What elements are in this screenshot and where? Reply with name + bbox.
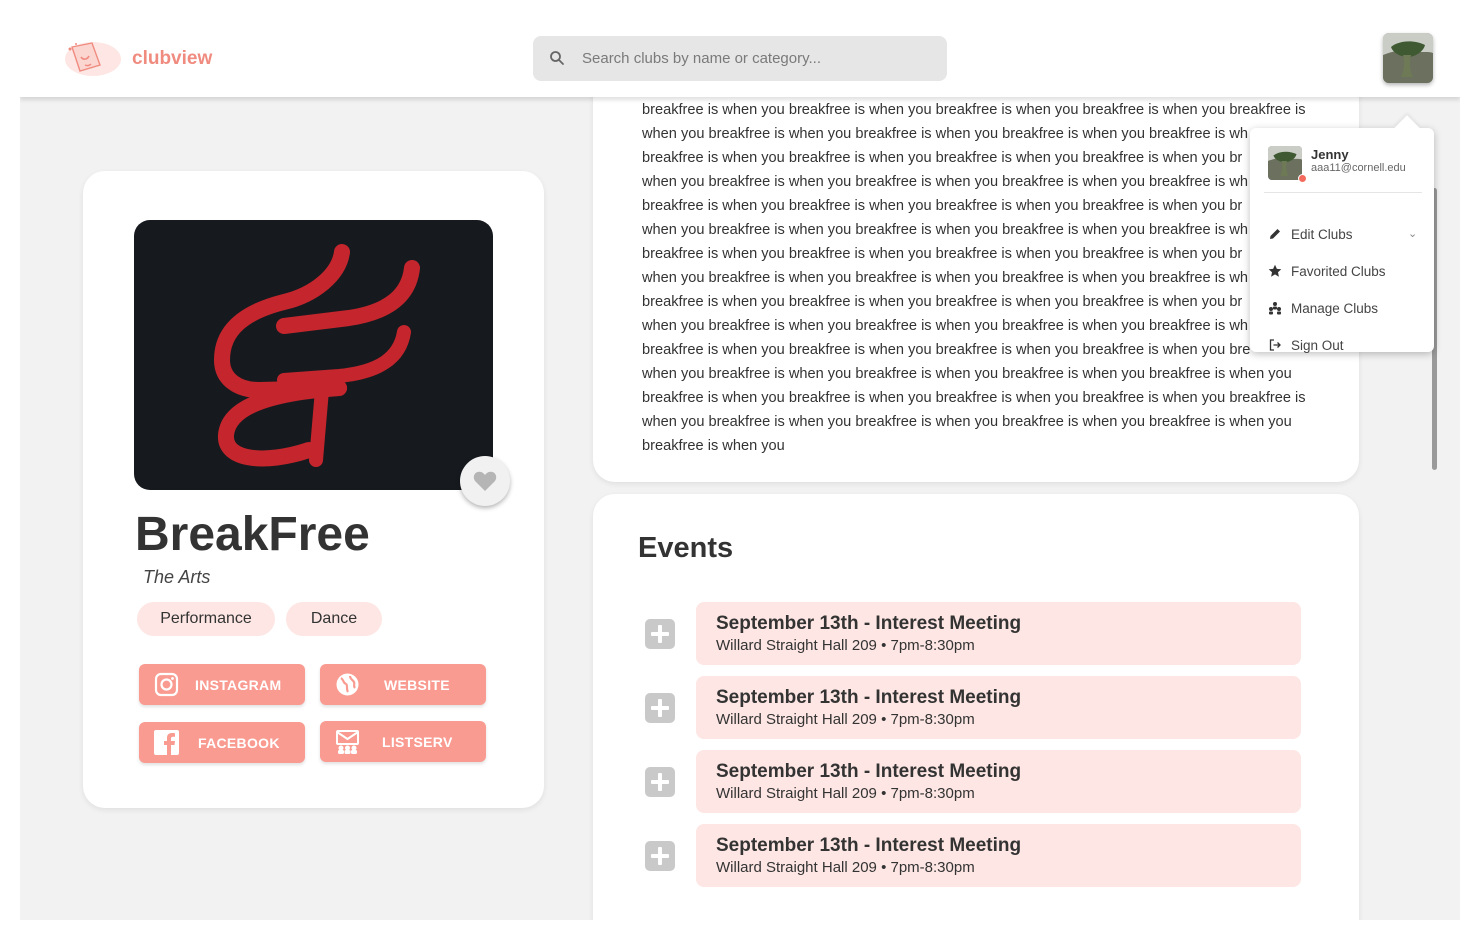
description-line: when you breakfree is when you breakfree…	[642, 270, 1248, 286]
menu-item-sign-out[interactable]: Sign Out	[1268, 335, 1428, 357]
heart-icon	[473, 471, 497, 491]
event-title: September 13th - Interest Meeting	[716, 613, 1022, 634]
club-description-card: breakfree is when you breakfree is when …	[593, 60, 1359, 482]
app-window: breakfree is when you breakfree is when …	[20, 20, 1460, 920]
event-item[interactable]: September 13th - Interest Meeting Willar…	[696, 750, 1301, 813]
website-button[interactable]: WEBSITE	[320, 664, 486, 705]
event-item[interactable]: September 13th - Interest Meeting Willar…	[696, 676, 1301, 739]
facebook-button[interactable]: FACEBOOK	[139, 722, 305, 763]
menu-item-label: Edit Clubs	[1291, 227, 1353, 242]
website-label: WEBSITE	[384, 677, 450, 693]
add-event-plus-icon[interactable]	[645, 767, 675, 797]
description-line: breakfree is when you breakfree is when …	[642, 198, 1243, 214]
breakfree-logo-icon	[214, 244, 420, 467]
description-line: when you breakfree is when you breakfree…	[642, 174, 1248, 190]
description-line: when you breakfree is when you breakfree…	[642, 222, 1248, 238]
event-row: September 13th - Interest Meeting Willar…	[645, 824, 1303, 888]
people-icon	[1269, 302, 1281, 315]
event-details: Willard Straight Hall 209 • 7pm-8:30pm	[716, 859, 975, 876]
listserv-icon	[336, 730, 359, 754]
chevron-down-icon: ⌄	[1408, 228, 1418, 240]
menu-avatar	[1268, 146, 1302, 180]
search-bar[interactable]: Search clubs by name or category...	[533, 36, 947, 81]
add-event-plus-icon[interactable]	[645, 693, 675, 723]
events-heading: Events	[638, 532, 734, 564]
description-line: breakfree is when you	[642, 438, 785, 454]
menu-item-favorited-clubs[interactable]: Favorited Clubs	[1268, 261, 1428, 283]
avatar-image	[1383, 33, 1433, 83]
event-row: September 13th - Interest Meeting Willar…	[645, 602, 1303, 666]
brand-name[interactable]: clubview	[132, 48, 212, 70]
description-line: when you breakfree is when you breakfree…	[642, 414, 1292, 430]
event-details: Willard Straight Hall 209 • 7pm-8:30pm	[716, 711, 975, 728]
club-category: The Arts	[143, 567, 211, 587]
facebook-label: FACEBOOK	[198, 735, 280, 751]
menu-item-manage-clubs[interactable]: Manage Clubs	[1268, 298, 1428, 320]
globe-icon	[336, 673, 359, 696]
club-profile-card: BreakFree The Arts Performance Dance INS…	[83, 171, 544, 808]
avatar-image	[1268, 146, 1302, 180]
description-line: breakfree is when you breakfree is when …	[642, 102, 1306, 118]
event-title: September 13th - Interest Meeting	[716, 835, 1022, 856]
description-line: when you breakfree is when you breakfree…	[642, 126, 1248, 142]
description-line: breakfree is when you breakfree is when …	[642, 150, 1243, 166]
club-description: breakfree is when you breakfree is when …	[642, 98, 1332, 458]
event-item[interactable]: September 13th - Interest Meeting Willar…	[696, 824, 1301, 887]
pencil-icon	[1270, 229, 1280, 239]
event-title: September 13th - Interest Meeting	[716, 687, 1022, 708]
clubview-logo-icon[interactable]	[64, 39, 122, 79]
event-details: Willard Straight Hall 209 • 7pm-8:30pm	[716, 637, 975, 654]
menu-item-edit-clubs[interactable]: Edit Clubs ⌄	[1268, 224, 1428, 246]
description-line: breakfree is when you breakfree is when …	[642, 390, 1306, 406]
event-item[interactable]: September 13th - Interest Meeting Willar…	[696, 602, 1301, 665]
club-logo-image	[134, 220, 493, 490]
event-details: Willard Straight Hall 209 • 7pm-8:30pm	[716, 785, 975, 802]
instagram-label: INSTAGRAM	[195, 677, 282, 693]
instagram-icon	[154, 672, 179, 697]
menu-user-email: aaa11@cornell.edu	[1311, 162, 1406, 174]
description-line: when you breakfree is when you breakfree…	[642, 366, 1292, 382]
top-navigation-bar: clubview Search clubs by name or categor…	[20, 20, 1460, 97]
online-status-dot	[1298, 174, 1307, 183]
tag-performance[interactable]: Performance	[137, 602, 275, 636]
listserv-button[interactable]: LISTSERV	[320, 721, 486, 762]
user-menu-dropdown: Jenny aaa11@cornell.edu Edit Clubs ⌄ Fav…	[1250, 115, 1434, 353]
event-row: September 13th - Interest Meeting Willar…	[645, 750, 1303, 814]
event-title: September 13th - Interest Meeting	[716, 761, 1022, 782]
search-icon	[550, 51, 564, 65]
search-input[interactable]: Search clubs by name or category...	[582, 50, 821, 67]
dropdown-caret	[1394, 115, 1420, 141]
star-icon	[1268, 264, 1282, 277]
facebook-icon	[154, 730, 179, 755]
menu-item-label: Manage Clubs	[1291, 301, 1379, 316]
menu-user-name: Jenny	[1311, 147, 1349, 162]
sign-out-icon	[1269, 339, 1281, 351]
club-name: BreakFree	[135, 508, 370, 561]
event-row: September 13th - Interest Meeting Willar…	[645, 676, 1303, 740]
listserv-label: LISTSERV	[382, 734, 453, 750]
menu-item-label: Favorited Clubs	[1291, 264, 1386, 279]
description-line: breakfree is when you breakfree is when …	[642, 294, 1243, 310]
menu-item-label: Sign Out	[1291, 338, 1344, 353]
description-line: breakfree is when you breakfree is when …	[642, 342, 1251, 358]
events-card: Events September 13th - Interest Meeting…	[593, 494, 1359, 920]
favorite-heart-button[interactable]	[460, 456, 510, 506]
description-line: breakfree is when you breakfree is when …	[642, 246, 1243, 262]
add-event-plus-icon[interactable]	[645, 841, 675, 871]
menu-divider	[1264, 192, 1422, 193]
add-event-plus-icon[interactable]	[645, 619, 675, 649]
user-avatar-button[interactable]	[1383, 33, 1433, 83]
instagram-button[interactable]: INSTAGRAM	[139, 664, 305, 705]
tag-dance[interactable]: Dance	[286, 602, 382, 636]
description-line: when you breakfree is when you breakfree…	[642, 318, 1248, 334]
